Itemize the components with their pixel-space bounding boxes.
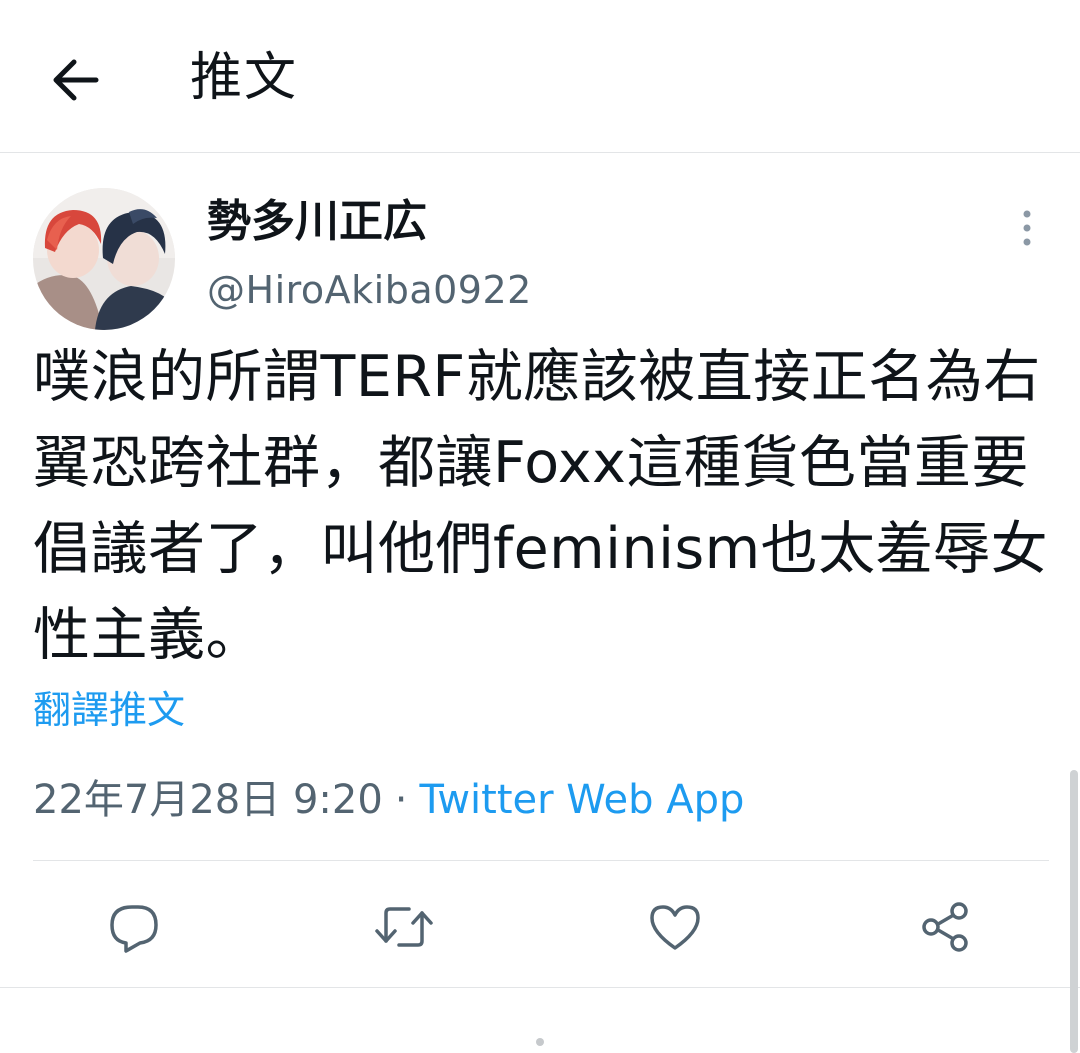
page-title: 推文 xyxy=(190,48,299,108)
page-indicator xyxy=(536,1038,544,1046)
arrow-left-icon xyxy=(53,59,99,101)
meta-separator: · xyxy=(394,777,408,823)
tweet-metadata: 22年7月28日 9:20 · Twitter Web App xyxy=(33,774,744,826)
author-display-name[interactable]: 勢多川正広 xyxy=(207,196,427,248)
share-icon xyxy=(922,902,968,952)
divider xyxy=(0,987,1080,988)
translate-tweet-link[interactable]: 翻譯推文 xyxy=(33,686,185,734)
like-heart-icon xyxy=(650,905,700,950)
reply-icon xyxy=(110,905,158,953)
scrollbar[interactable] xyxy=(1070,770,1078,1053)
like-button[interactable] xyxy=(640,892,710,962)
divider xyxy=(33,860,1049,861)
reply-button[interactable] xyxy=(99,892,169,962)
retweet-icon xyxy=(375,907,433,947)
tweet-source-link[interactable]: Twitter Web App xyxy=(420,777,745,823)
share-button[interactable] xyxy=(910,892,980,962)
tweet-text: 噗浪的所謂TERF就應該被直接正名為右翼恐跨社群，都讓Foxx這種貨色當重要倡議… xyxy=(33,344,1049,668)
more-options-button[interactable] xyxy=(1000,198,1054,258)
tweet-detail-screen: 推文 勢多川正広 @HiroAkiba0922 噗浪的所謂TERF就應該被直接正… xyxy=(0,0,1080,1053)
avatar[interactable] xyxy=(33,188,175,330)
tweet-action-bar xyxy=(0,870,1080,980)
author-handle[interactable]: @HiroAkiba0922 xyxy=(207,266,532,314)
avatar-illustration xyxy=(33,188,175,330)
back-button[interactable] xyxy=(40,42,110,118)
top-bar: 推文 xyxy=(0,0,1080,153)
retweet-button[interactable] xyxy=(369,892,439,962)
more-vertical-icon xyxy=(1023,210,1031,246)
tweet-timestamp[interactable]: 22年7月28日 9:20 xyxy=(33,777,383,823)
